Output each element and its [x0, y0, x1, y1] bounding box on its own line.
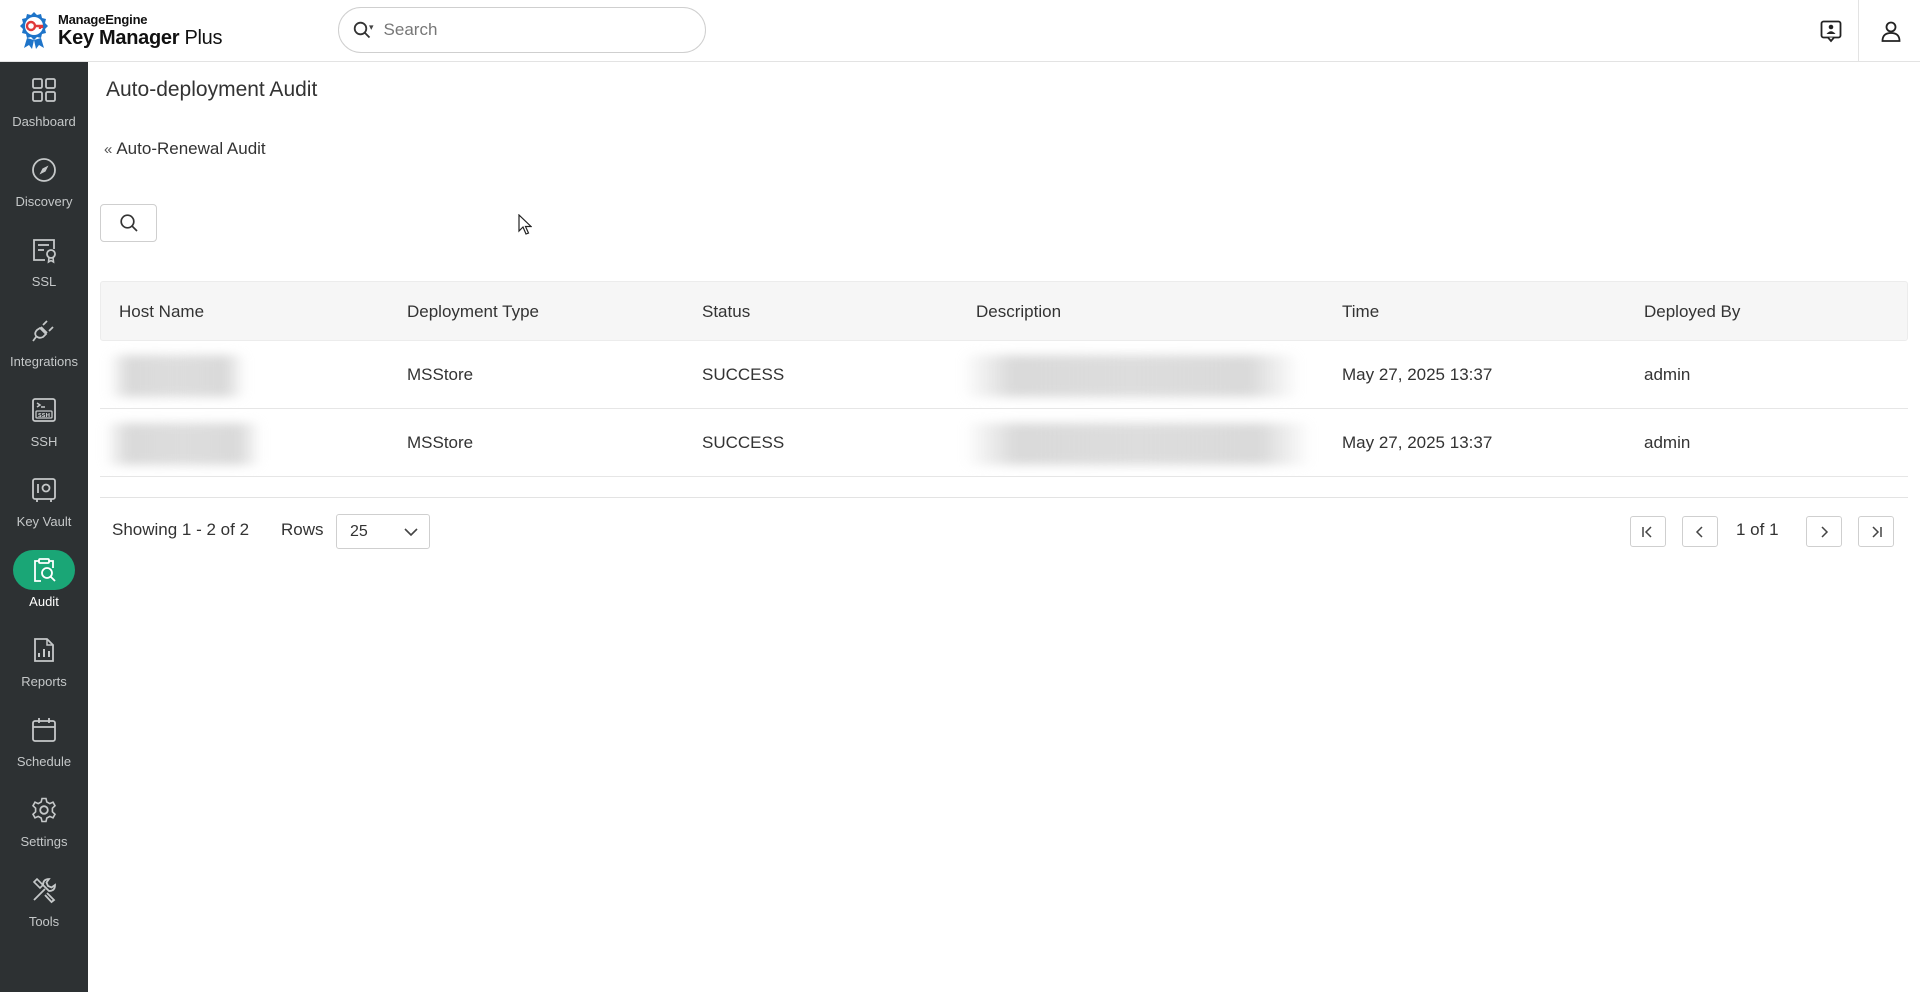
first-page-icon — [1642, 525, 1652, 538]
last-page-icon — [1872, 525, 1882, 538]
time-cell: May 27, 2025 13:37 — [1342, 433, 1493, 452]
audit-table: Host Name Deployment Type Status Descrip… — [100, 281, 1908, 477]
user-icon — [1881, 21, 1901, 42]
deployment-type-cell: MSStore — [407, 433, 474, 452]
column-header-status[interactable]: Status — [702, 282, 750, 342]
chevron-right-icon — [1821, 525, 1829, 538]
back-to-auto-renewal-audit-link[interactable]: «Auto-Renewal Audit — [104, 139, 266, 159]
sidebar-item-tools[interactable]: Tools — [0, 862, 88, 940]
sidebar-item-label: SSH — [30, 434, 58, 449]
vault-icon — [32, 478, 56, 502]
sidebar-item-audit[interactable]: Audit — [0, 542, 88, 620]
sidebar-item-reports[interactable]: Reports — [0, 622, 88, 700]
sidebar-item-ssl[interactable]: SSL — [0, 222, 88, 300]
sidebar-item-settings[interactable]: Settings — [0, 782, 88, 860]
rows-per-page-value: 25 — [350, 522, 368, 540]
chevron-down-icon — [404, 528, 418, 537]
top-header: ManageEngine Key Manager Plus ▾ — [0, 0, 1920, 62]
column-header-deployment-type[interactable]: Deployment Type — [407, 282, 539, 342]
rows-per-page-select[interactable]: 25 — [336, 514, 430, 549]
table-row: MSStore SUCCESS May 27, 2025 13:37 admin — [100, 341, 1908, 409]
page-title: Auto-deployment Audit — [106, 78, 318, 101]
back-link-label: Auto-Renewal Audit — [116, 139, 266, 158]
sidebar-item-schedule[interactable]: Schedule — [0, 702, 88, 780]
sidebar-item-label: Key Vault — [16, 514, 72, 529]
last-page-button[interactable] — [1858, 516, 1894, 547]
dashboard-icon — [32, 78, 56, 102]
product-name-main: Key Manager — [58, 26, 180, 49]
header-divider — [1858, 0, 1859, 62]
sidebar-item-ssh[interactable]: SSH SSH — [0, 382, 88, 460]
table-search-button[interactable] — [100, 204, 157, 242]
ssh-terminal-icon: SSH — [32, 398, 56, 422]
sidebar-item-label: Audit — [29, 594, 59, 609]
sidebar-item-label: Tools — [28, 914, 60, 929]
table-footer-divider — [100, 497, 1908, 498]
search-icon — [119, 214, 138, 232]
records-count-text: Showing 1 - 2 of 2 — [112, 520, 250, 539]
sidebar-item-label: Settings — [20, 834, 68, 849]
feedback-button[interactable] — [1814, 14, 1848, 48]
tools-icon — [32, 877, 56, 904]
sidebar-nav: Dashboard Discovery SSL Integrations SSH… — [0, 62, 88, 992]
sidebar-item-active-indicator — [13, 550, 75, 590]
column-header-deployed-by[interactable]: Deployed By — [1644, 282, 1740, 342]
svg-text:SSH: SSH — [38, 413, 51, 419]
user-profile-button[interactable] — [1874, 14, 1908, 48]
calendar-icon — [32, 718, 56, 742]
page-indicator: 1 of 1 — [1736, 520, 1779, 539]
app-logo[interactable]: ManageEngine Key Manager Plus — [16, 10, 222, 50]
search-filter-caret-icon[interactable]: ▾ — [369, 22, 374, 33]
deployed-by-cell: admin — [1644, 433, 1691, 452]
audit-icon — [34, 558, 56, 582]
back-arrow-icon: « — [104, 141, 113, 158]
column-header-description[interactable]: Description — [976, 282, 1061, 342]
sidebar-item-label: Integrations — [10, 354, 78, 369]
rows-per-page-label: Rows — [281, 520, 324, 539]
status-cell: SUCCESS — [702, 365, 785, 384]
product-name-suffix: Plus — [179, 26, 223, 49]
vendor-name: ManageEngine — [58, 11, 148, 27]
reports-icon — [34, 638, 54, 662]
description-cell-redacted — [964, 423, 1312, 465]
table-row: MSStore SUCCESS May 27, 2025 13:37 admin — [100, 409, 1908, 477]
global-search-input[interactable] — [383, 20, 684, 40]
deployed-by-cell: admin — [1644, 365, 1691, 384]
host-name-cell-redacted — [104, 423, 262, 465]
column-header-host-name[interactable]: Host Name — [119, 282, 204, 342]
gear-icon — [31, 797, 57, 823]
plug-icon — [32, 320, 54, 342]
certificate-icon — [33, 239, 56, 264]
global-search-box[interactable]: ▾ — [338, 7, 706, 53]
sidebar-item-label: SSL — [31, 274, 57, 289]
next-page-button[interactable] — [1806, 516, 1842, 547]
sidebar-item-label: Discovery — [15, 194, 73, 209]
sidebar-item-label: Reports — [21, 674, 67, 689]
host-name-cell-redacted — [108, 355, 246, 397]
deployment-type-cell: MSStore — [407, 365, 474, 384]
status-cell: SUCCESS — [702, 433, 785, 452]
first-page-button[interactable] — [1630, 516, 1666, 547]
product-name: Key Manager Plus — [58, 28, 222, 48]
column-header-time[interactable]: Time — [1342, 282, 1379, 342]
sidebar-item-key-vault[interactable]: Key Vault — [0, 462, 88, 540]
sidebar-item-discovery[interactable]: Discovery — [0, 142, 88, 220]
description-cell-redacted — [962, 355, 1300, 397]
time-cell: May 27, 2025 13:37 — [1342, 365, 1493, 384]
logo-mark-icon — [20, 12, 48, 49]
sidebar-item-integrations[interactable]: Integrations — [0, 302, 88, 380]
mouse-cursor-icon — [518, 214, 532, 235]
feedback-icon — [1820, 20, 1842, 43]
sidebar-item-dashboard[interactable]: Dashboard — [0, 62, 88, 140]
previous-page-button[interactable] — [1682, 516, 1718, 547]
table-header: Host Name Deployment Type Status Descrip… — [100, 281, 1908, 341]
chevron-left-icon — [1695, 525, 1703, 538]
compass-icon — [32, 158, 56, 182]
sidebar-item-label: Schedule — [16, 754, 72, 769]
sidebar-item-label: Dashboard — [12, 114, 76, 129]
